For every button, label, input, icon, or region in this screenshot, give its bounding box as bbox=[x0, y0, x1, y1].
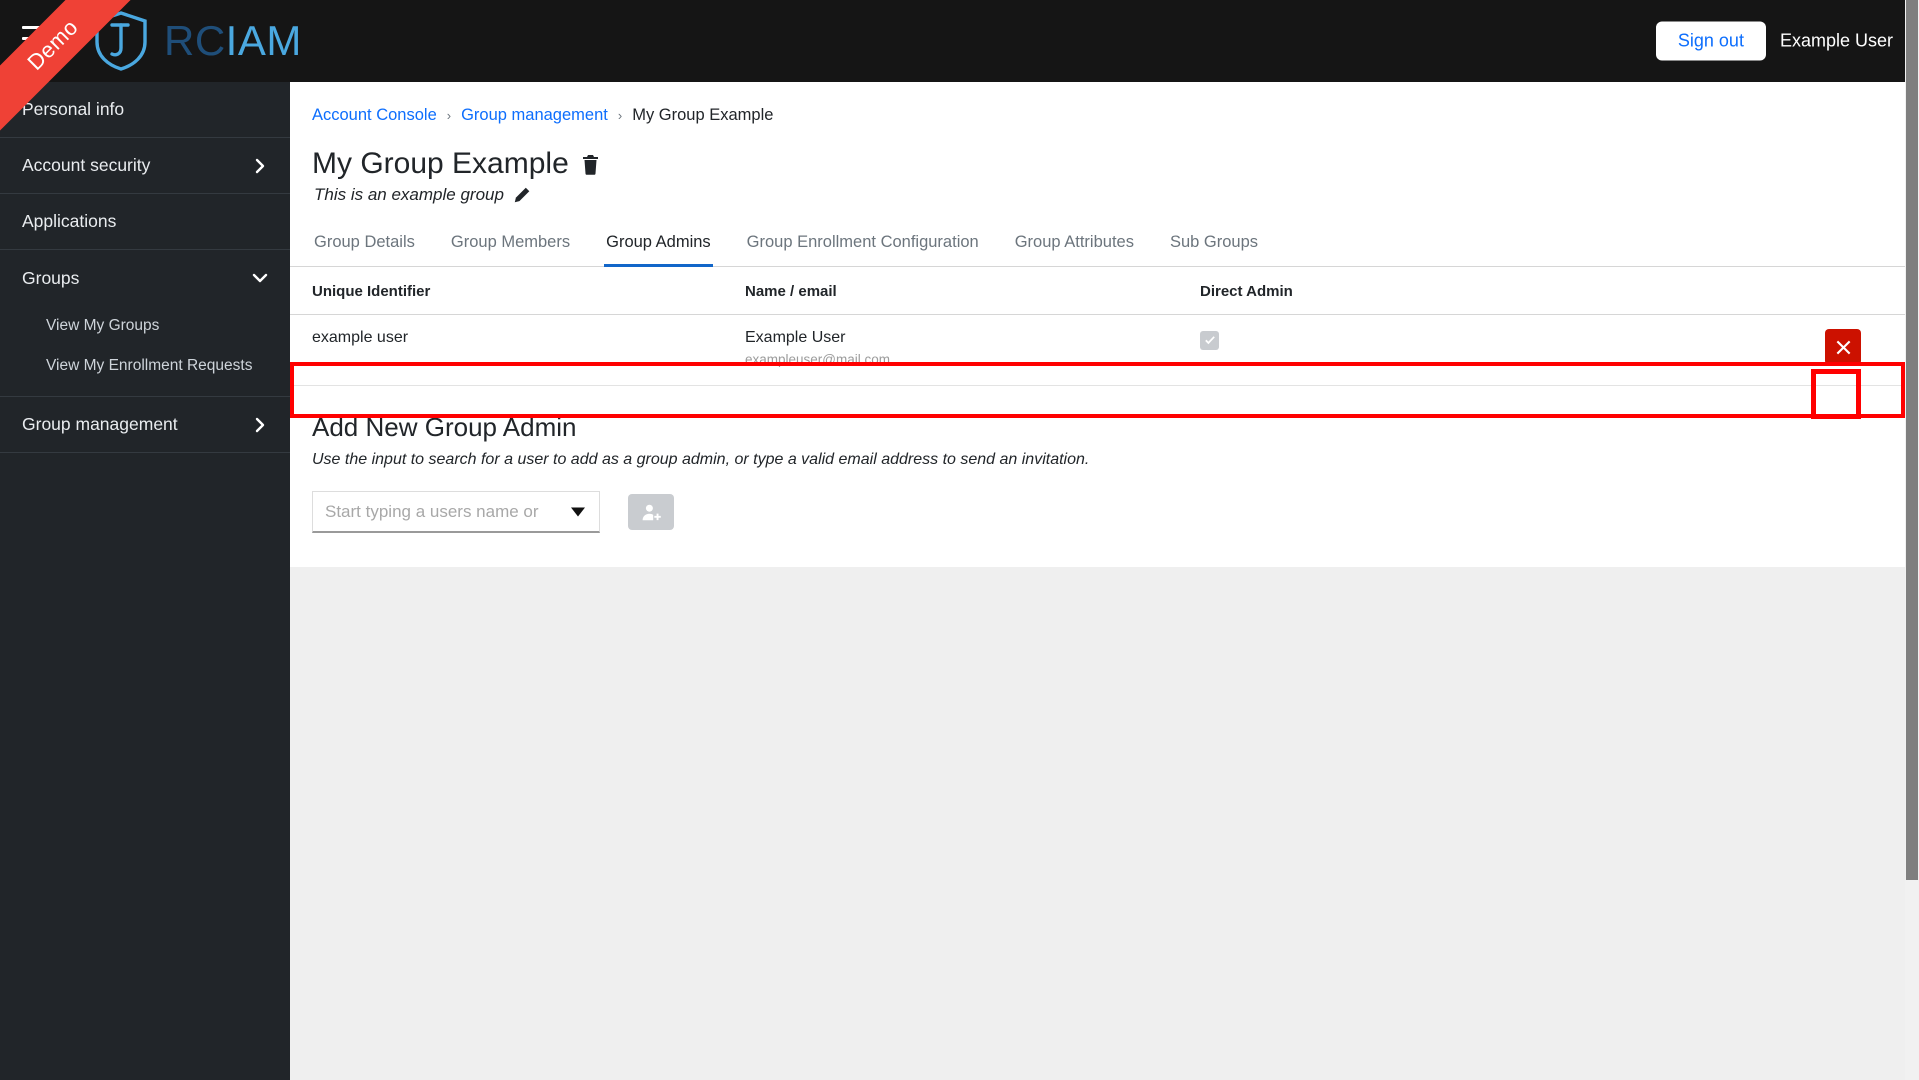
brand-title-suffix: IAM bbox=[225, 17, 302, 64]
chevron-right-icon bbox=[255, 417, 265, 432]
hamburger-line bbox=[22, 26, 52, 29]
cell-actions bbox=[1620, 314, 1905, 386]
sidebar-item-groups[interactable]: Groups bbox=[0, 250, 290, 306]
add-admin-button[interactable] bbox=[628, 494, 674, 530]
tab-group-members[interactable]: Group Members bbox=[449, 233, 572, 267]
page-scrollbar[interactable] bbox=[1905, 0, 1919, 1080]
column-header-name-email: Name / email bbox=[745, 267, 1200, 315]
breadcrumb-separator-icon: › bbox=[446, 108, 452, 123]
table-row: example user Example User exampleuser@ma… bbox=[290, 314, 1905, 386]
main-content-area: Account Console › Group management › My … bbox=[290, 82, 1909, 1080]
add-admin-title: Add New Group Admin bbox=[312, 412, 577, 442]
breadcrumb-item-group-management[interactable]: Group management bbox=[461, 106, 608, 125]
cell-name-email: Example User exampleuser@mail.com bbox=[745, 314, 1200, 386]
sidebar-item-view-my-enrollment-requests[interactable]: View My Enrollment Requests bbox=[0, 346, 290, 386]
sidebar-item-label: Applications bbox=[22, 211, 117, 231]
breadcrumb-separator-icon: › bbox=[617, 108, 623, 123]
add-admin-controls bbox=[312, 491, 1905, 567]
chevron-down-icon bbox=[252, 273, 268, 283]
top-header-bar: RCIAM Sign out Example User bbox=[0, 0, 1919, 82]
current-username: Example User bbox=[1779, 30, 1893, 51]
group-admins-table: Unique Identifier Name / email Direct Ad… bbox=[290, 267, 1905, 386]
tab-group-details[interactable]: Group Details bbox=[312, 233, 417, 267]
chevron-right-icon bbox=[255, 158, 265, 173]
delete-group-button[interactable] bbox=[581, 154, 600, 175]
left-sidebar: Personal info Account security Applicati… bbox=[0, 82, 290, 1080]
add-new-group-admin-section: Add New Group Admin Use the input to sea… bbox=[290, 386, 1905, 567]
admin-unique-identifier: example user bbox=[312, 329, 409, 346]
shield-logo-icon bbox=[95, 11, 147, 71]
brand-logo-area[interactable]: RCIAM bbox=[92, 10, 302, 72]
x-close-icon bbox=[1836, 340, 1850, 354]
table-body: example user Example User exampleuser@ma… bbox=[290, 314, 1905, 386]
sign-out-button[interactable]: Sign out bbox=[1655, 21, 1766, 61]
column-header-direct-admin: Direct Admin bbox=[1200, 267, 1620, 315]
page-title: My Group Example bbox=[312, 147, 569, 180]
tab-group-attributes[interactable]: Group Attributes bbox=[1013, 233, 1136, 267]
breadcrumb-item-current: My Group Example bbox=[632, 106, 774, 124]
column-header-actions bbox=[1620, 267, 1905, 315]
table-header: Unique Identifier Name / email Direct Ad… bbox=[290, 267, 1905, 315]
user-search-input[interactable] bbox=[325, 501, 540, 522]
trash-icon bbox=[582, 154, 598, 175]
group-tabs: Group Details Group Members Group Admins… bbox=[290, 211, 1905, 267]
sidebar-item-group-management[interactable]: Group management bbox=[0, 397, 290, 453]
checkmark-icon bbox=[1204, 335, 1215, 344]
chevron-down-icon[interactable] bbox=[571, 507, 585, 516]
brand-title-prefix: RC bbox=[164, 17, 226, 64]
add-user-icon bbox=[642, 504, 661, 520]
hamburger-line bbox=[22, 36, 44, 40]
header-actions: Sign out Example User bbox=[1655, 21, 1893, 61]
sidebar-item-label: Group management bbox=[22, 414, 178, 434]
sidebar-subitem-label: View My Enrollment Requests bbox=[46, 357, 253, 374]
breadcrumb: Account Console › Group management › My … bbox=[290, 82, 1905, 125]
sidebar-item-personal-info[interactable]: Personal info bbox=[0, 82, 290, 138]
user-search-typeahead[interactable] bbox=[312, 491, 600, 533]
add-admin-description: Use the input to search for a user to ad… bbox=[312, 451, 1090, 468]
table-header-row: Unique Identifier Name / email Direct Ad… bbox=[290, 267, 1905, 315]
sidebar-item-view-my-groups[interactable]: View My Groups bbox=[0, 306, 290, 346]
sidebar-item-label: Account security bbox=[22, 155, 151, 175]
tab-group-admins[interactable]: Group Admins bbox=[604, 233, 713, 267]
page-description-row: This is an example group bbox=[290, 181, 1905, 205]
sidebar-item-applications[interactable]: Applications bbox=[0, 194, 290, 250]
cell-unique-identifier: example user bbox=[290, 314, 745, 386]
sidebar-item-label: Personal info bbox=[22, 99, 125, 119]
admin-email: exampleuser@mail.com bbox=[745, 352, 890, 367]
tab-sub-groups[interactable]: Sub Groups bbox=[1168, 233, 1260, 267]
edit-description-button[interactable] bbox=[514, 187, 530, 203]
page-description: This is an example group bbox=[314, 185, 504, 204]
scrollbar-thumb[interactable] bbox=[1906, 0, 1918, 880]
sidebar-groups-submenu: View My Groups View My Enrollment Reques… bbox=[0, 306, 290, 397]
group-detail-card: Account Console › Group management › My … bbox=[290, 82, 1905, 567]
cell-direct-admin bbox=[1200, 314, 1620, 386]
pencil-icon bbox=[514, 187, 530, 203]
column-header-unique-identifier: Unique Identifier bbox=[290, 267, 745, 315]
sidebar-item-label: Groups bbox=[22, 267, 80, 288]
breadcrumb-item-account-console[interactable]: Account Console bbox=[312, 106, 437, 125]
hamburger-line bbox=[22, 47, 48, 50]
direct-admin-checkbox bbox=[1200, 331, 1219, 350]
tab-group-enrollment-configuration[interactable]: Group Enrollment Configuration bbox=[745, 233, 981, 267]
hamburger-menu-icon[interactable] bbox=[22, 26, 52, 50]
brand-title: RCIAM bbox=[164, 20, 302, 62]
page-title-row: My Group Example bbox=[290, 125, 1905, 181]
admin-name: Example User bbox=[745, 329, 846, 346]
remove-admin-button[interactable] bbox=[1825, 329, 1861, 365]
sidebar-subitem-label: View My Groups bbox=[46, 317, 160, 334]
sidebar-item-account-security[interactable]: Account security bbox=[0, 138, 290, 194]
